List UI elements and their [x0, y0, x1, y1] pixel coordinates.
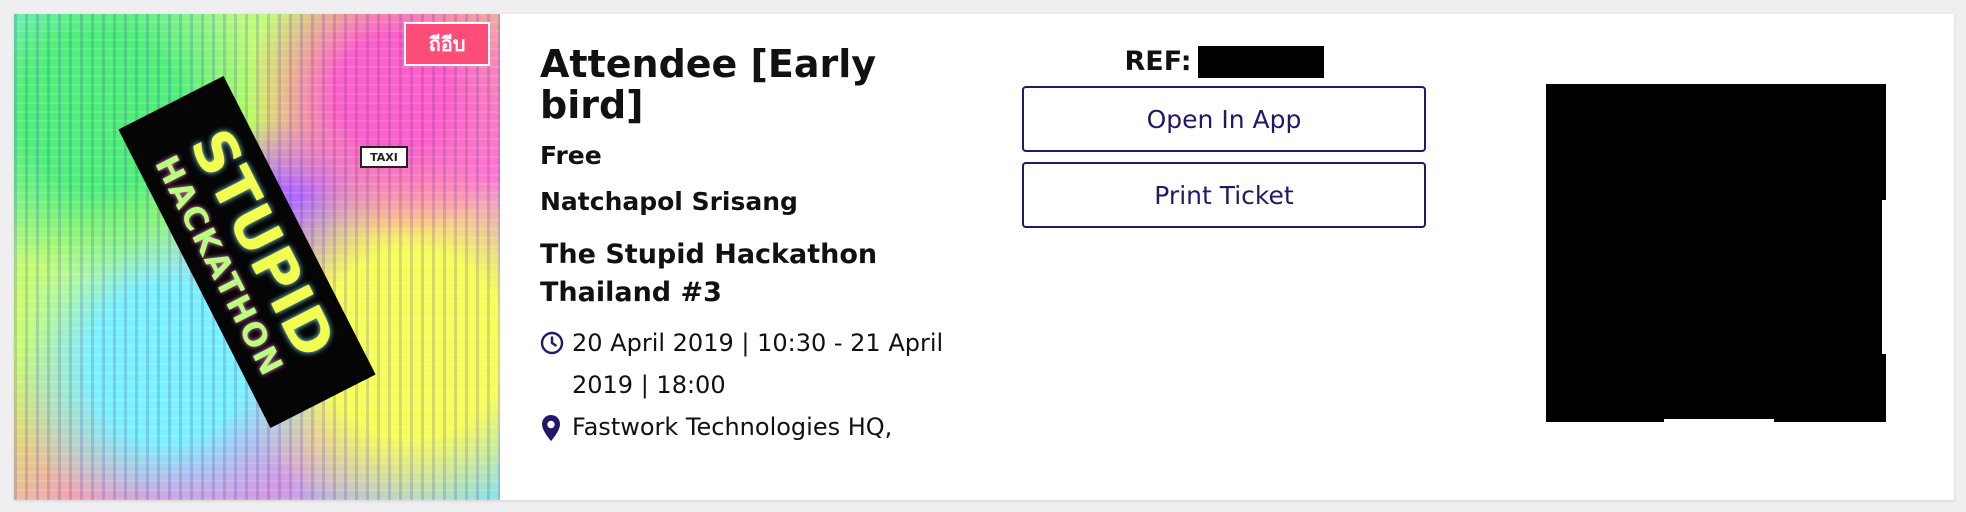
- ticket-info: Attendee [Early bird] Free Natchapol Sri…: [540, 44, 980, 448]
- event-location-text: Fastwork Technologies HQ,: [572, 413, 893, 441]
- ticket-actions: REF: Open In App Print Ticket: [1022, 44, 1426, 228]
- event-image: ถีอีบ TAXI STUPID HACKATHON: [14, 14, 500, 500]
- taxi-sign: TAXI: [360, 146, 408, 168]
- ticket-card: ถีอีบ TAXI STUPID HACKATHON Attendee [Ea…: [14, 14, 1954, 500]
- thai-sign: ถีอีบ: [404, 22, 490, 66]
- ticket-type: Attendee [Early bird]: [540, 42, 877, 127]
- reference-redacted: [1197, 46, 1324, 78]
- reference-number: REF:: [1022, 44, 1426, 80]
- reference-label: REF:: [1124, 46, 1192, 77]
- ticket-price: Free: [540, 141, 602, 170]
- attendee-name: Natchapol Srisang: [540, 187, 798, 216]
- map-pin-icon: [540, 406, 572, 442]
- clock-icon: [540, 322, 572, 355]
- print-ticket-button[interactable]: Print Ticket: [1022, 162, 1426, 228]
- event-name: The Stupid Hackathon Thailand #3: [540, 239, 878, 308]
- qr-code-redacted: [1546, 84, 1886, 422]
- event-datetime-text: 20 April 2019 | 10:30 - 21 April 2019 | …: [572, 329, 944, 399]
- event-datetime: 20 April 2019 | 10:30 - 21 April 2019 | …: [540, 322, 980, 406]
- qr-code-bottom-gap: [1664, 419, 1774, 422]
- qr-code-edge-gap: [1882, 200, 1886, 354]
- open-in-app-button[interactable]: Open In App: [1022, 86, 1426, 152]
- event-location: Fastwork Technologies HQ,: [540, 406, 980, 448]
